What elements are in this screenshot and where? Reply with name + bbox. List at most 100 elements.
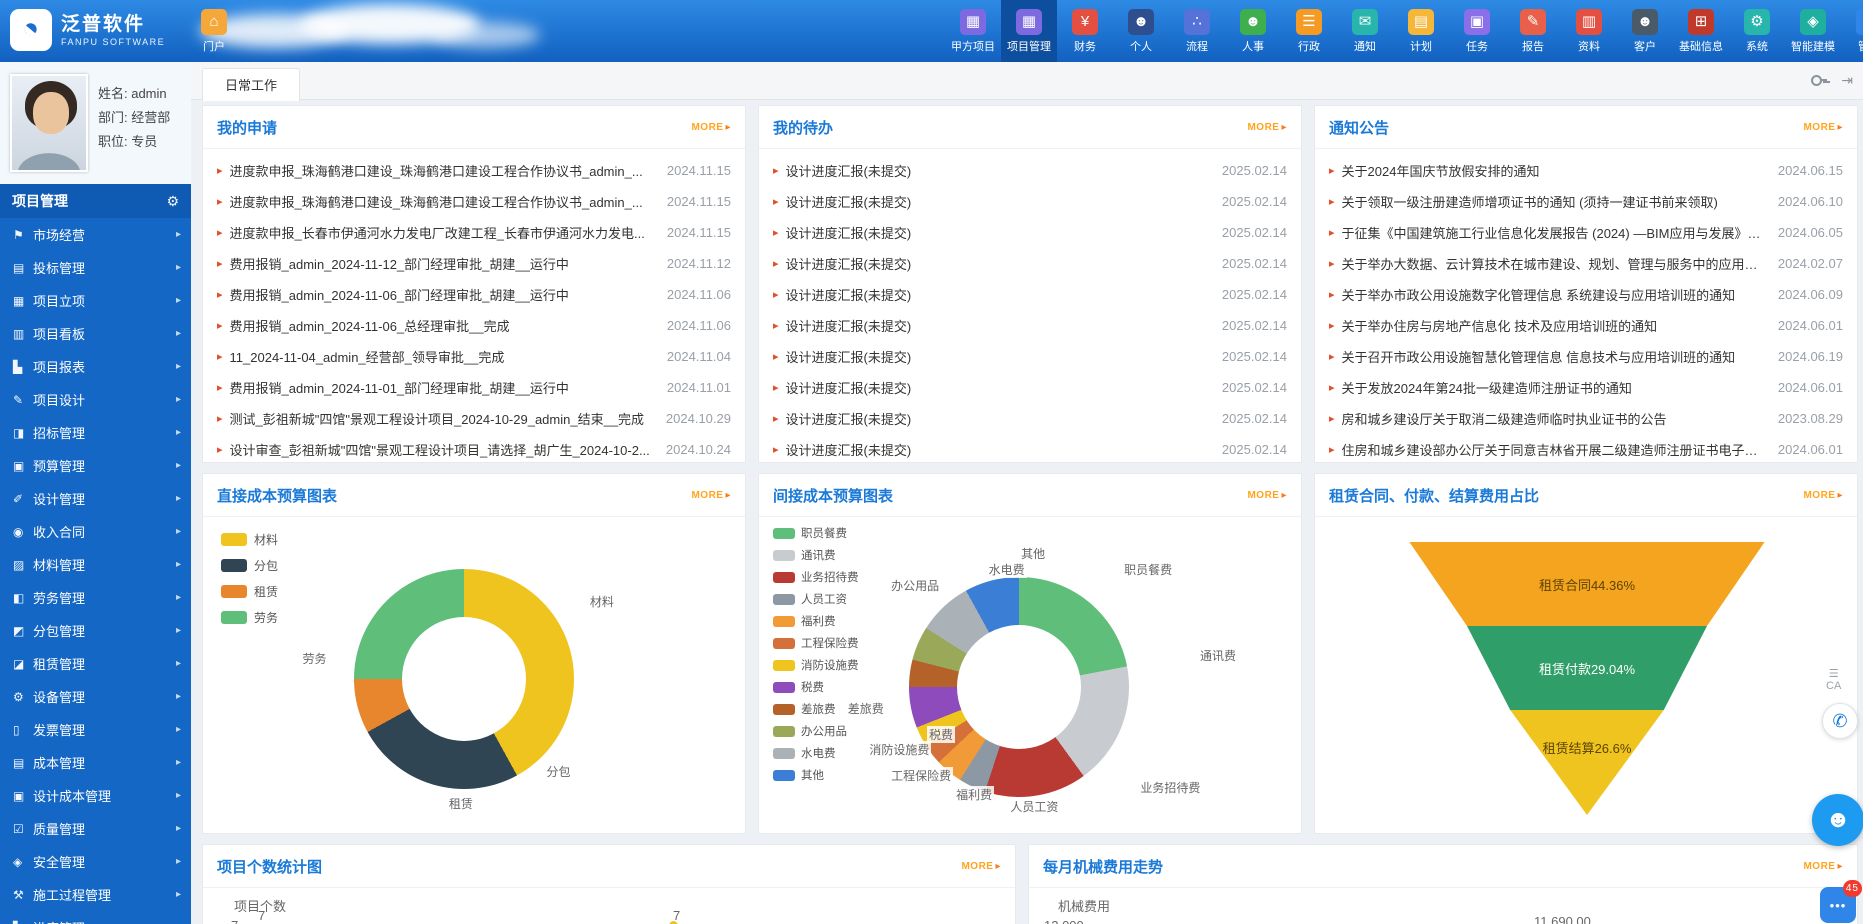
sidebar-menu-item[interactable]: ☑ 质量管理 ▸ — [0, 812, 191, 845]
sidebar-menu-item[interactable]: ◧ 劳务管理 ▸ — [0, 581, 191, 614]
nav-module-item[interactable]: ❖ 管理 — [1841, 0, 1863, 62]
qq-service-button[interactable]: ☻ — [1812, 794, 1863, 846]
sidebar-menu-item[interactable]: ⚙ 设备管理 ▸ — [0, 680, 191, 713]
sidebar-menu-item[interactable]: ▯ 发票管理 ▸ — [0, 713, 191, 746]
nav-module-item[interactable]: ▥ 资料 — [1561, 0, 1617, 62]
nav-module-item[interactable]: ◈ 智能建模 — [1785, 0, 1841, 62]
list-item[interactable]: ▸ 关于召开市政公用设施智慧化管理信息 信息技术与应用培训班的通知 2024.0… — [1315, 341, 1857, 372]
more-link[interactable]: MORE▸ — [1803, 122, 1843, 133]
sidebar-menu-item[interactable]: ◩ 分包管理 ▸ — [0, 614, 191, 647]
phone-support-button[interactable]: ✆ — [1822, 703, 1858, 739]
list-item[interactable]: ▸ 设计进度汇报(未提交) 2025.02.14 — [759, 341, 1301, 372]
nav-module-item[interactable]: ▦ 甲方项目 — [945, 0, 1001, 62]
list-item[interactable]: ▸ 设计进度汇报(未提交) 2025.02.14 — [759, 186, 1301, 217]
legend-item[interactable]: 税费 — [773, 679, 859, 695]
list-item[interactable]: ▸ 费用报销_admin_2024-11-12_部门经理审批_胡建__运行中 2… — [203, 248, 745, 279]
list-item[interactable]: ▸ 关于2024年国庆节放假安排的通知 2024.06.15 — [1315, 155, 1857, 186]
more-link[interactable]: MORE▸ — [691, 122, 731, 133]
list-item[interactable]: ▸ 设计进度汇报(未提交) 2025.02.14 — [759, 310, 1301, 341]
legend-item[interactable]: 职员餐费 — [773, 525, 859, 541]
list-item[interactable]: ▸ 于征集《中国建筑施工行业信息化发展报告 (2024) —BIM应用与发展》材… — [1315, 217, 1857, 248]
nav-module-item[interactable]: ☰ 行政 — [1281, 0, 1337, 62]
legend-item[interactable]: 办公用品 — [773, 723, 859, 739]
legend-item[interactable]: 人员工资 — [773, 591, 859, 607]
nav-module-item[interactable]: ✎ 报告 — [1505, 0, 1561, 62]
list-item[interactable]: ▸ 费用报销_admin_2024-11-06_总经理审批__完成 2024.1… — [203, 310, 745, 341]
sidebar-menu-item[interactable]: ✐ 设计管理 ▸ — [0, 482, 191, 515]
legend-item[interactable]: 其他 — [773, 767, 859, 783]
list-item[interactable]: ▸ 进度款申报_长春市伊通河水力发电厂改建工程_长春市伊通河水力发电... 20… — [203, 217, 745, 248]
nav-module-item[interactable]: ▤ 计划 — [1393, 0, 1449, 62]
legend-item[interactable]: 消防设施费 — [773, 657, 859, 673]
list-item[interactable]: ▸ 11_2024-11-04_admin_经营部_领导审批__完成 2024.… — [203, 341, 745, 372]
list-item[interactable]: ▸ 设计进度汇报(未提交) 2025.02.14 — [759, 217, 1301, 248]
legend-item[interactable]: 工程保险费 — [773, 635, 859, 651]
legend-item[interactable]: 福利费 — [773, 613, 859, 629]
tab-daily-work[interactable]: 日常工作 — [202, 68, 300, 101]
sidebar-menu-item[interactable]: ▣ 设计成本管理 ▸ — [0, 779, 191, 812]
more-link[interactable]: MORE▸ — [691, 490, 731, 501]
list-item[interactable]: ▸ 住房和城乡建设部办公厅关于同意吉林省开展二级建造师注册证书电子化试点... … — [1315, 434, 1857, 463]
legend-item[interactable]: 材料 — [221, 531, 278, 548]
list-item[interactable]: ▸ 设计进度汇报(未提交) 2025.02.14 — [759, 155, 1301, 186]
nav-module-item[interactable]: ✉ 通知 — [1337, 0, 1393, 62]
nav-item-portal[interactable]: ⌂ 门户 — [186, 0, 242, 62]
more-link[interactable]: MORE▸ — [961, 861, 1001, 872]
sidebar-menu-item[interactable]: ⚒ 施工过程管理 ▸ — [0, 878, 191, 911]
sidebar-menu-item[interactable]: ◪ 租赁管理 ▸ — [0, 647, 191, 680]
legend-item[interactable]: 劳务 — [221, 609, 278, 626]
sidebar-menu-item[interactable]: ▥ 项目看板 ▸ — [0, 317, 191, 350]
list-item[interactable]: ▸ 费用报销_admin_2024-11-01_部门经理审批_胡建__运行中 2… — [203, 372, 745, 403]
list-item[interactable]: ▸ 关于举办大数据、云计算技术在城市建设、规划、管理与服务中的应用培训班... … — [1315, 248, 1857, 279]
more-link[interactable]: MORE▸ — [1247, 490, 1287, 501]
more-link[interactable]: MORE▸ — [1803, 490, 1843, 501]
list-item[interactable]: ▸ 设计进度汇报(未提交) 2025.02.14 — [759, 403, 1301, 434]
nav-module-item[interactable]: ▣ 任务 — [1449, 0, 1505, 62]
legend-item[interactable]: 业务招待费 — [773, 569, 859, 585]
list-item[interactable]: ▸ 设计进度汇报(未提交) 2025.02.14 — [759, 248, 1301, 279]
list-item[interactable]: ▸ 设计进度汇报(未提交) 2025.02.14 — [759, 279, 1301, 310]
chat-button[interactable]: ••• 45 — [1820, 887, 1856, 923]
list-item[interactable]: ▸ 测试_彭祖新城"四馆"景观工程设计项目_2024-10-29_admin_结… — [203, 403, 745, 434]
key-icon[interactable] — [1811, 72, 1827, 88]
ca-widget[interactable]: ☰ CA — [1826, 668, 1841, 692]
list-item[interactable]: ▸ 设计进度汇报(未提交) 2025.02.14 — [759, 434, 1301, 463]
sidebar-menu-item[interactable]: ▨ 材料管理 ▸ — [0, 548, 191, 581]
list-item[interactable]: ▸ 关于举办住房与房地产信息化 技术及应用培训班的通知 2024.06.01 — [1315, 310, 1857, 341]
nav-module-item[interactable]: ¥ 财务 — [1057, 0, 1113, 62]
list-item[interactable]: ▸ 关于举办市政公用设施数字化管理信息 系统建设与应用培训班的通知 2024.0… — [1315, 279, 1857, 310]
sidebar-menu-item[interactable]: ▙ 进度管理 ▸ — [0, 911, 191, 924]
list-item[interactable]: ▸ 进度款申报_珠海鹤港口建设_珠海鹤港口建设工程合作协议书_admin_...… — [203, 186, 745, 217]
legend-item[interactable]: 水电费 — [773, 745, 859, 761]
sidebar-menu-item[interactable]: ▤ 成本管理 ▸ — [0, 746, 191, 779]
legend-item[interactable]: 分包 — [221, 557, 278, 574]
collapse-icon[interactable]: ⇥ — [1841, 72, 1853, 88]
list-item[interactable]: ▸ 关于领取一级注册建造师增项证书的通知 (须持一建证书前来领取) 2024.0… — [1315, 186, 1857, 217]
settings-gear-icon[interactable]: ⚙ — [166, 193, 179, 210]
legend-item[interactable]: 通讯费 — [773, 547, 859, 563]
list-item[interactable]: ▸ 设计审查_彭祖新城"四馆"景观工程设计项目_请选择_胡广生_2024-10-… — [203, 434, 745, 463]
sidebar-menu-item[interactable]: ◈ 安全管理 ▸ — [0, 845, 191, 878]
nav-module-item[interactable]: ∴ 流程 — [1169, 0, 1225, 62]
sidebar-menu-item[interactable]: ▦ 项目立项 ▸ — [0, 284, 191, 317]
sidebar-menu-item[interactable]: ✎ 项目设计 ▸ — [0, 383, 191, 416]
legend-item[interactable]: 租赁 — [221, 583, 278, 600]
list-item[interactable]: ▸ 费用报销_admin_2024-11-06_部门经理审批_胡建__运行中 2… — [203, 279, 745, 310]
nav-module-item[interactable]: ▦ 项目管理 — [1001, 0, 1057, 62]
sidebar-menu-item[interactable]: ◨ 招标管理 ▸ — [0, 416, 191, 449]
list-item[interactable]: ▸ 房和城乡建设厅关于取消二级建造师临时执业证书的公告 2023.08.29 — [1315, 403, 1857, 434]
sidebar-menu-item[interactable]: ▙ 项目报表 ▸ — [0, 350, 191, 383]
list-item[interactable]: ▸ 设计进度汇报(未提交) 2025.02.14 — [759, 372, 1301, 403]
nav-module-item[interactable]: ☻ 客户 — [1617, 0, 1673, 62]
nav-module-item[interactable]: ☻ 人事 — [1225, 0, 1281, 62]
sidebar-menu-item[interactable]: ▤ 投标管理 ▸ — [0, 251, 191, 284]
list-item[interactable]: ▸ 进度款申报_珠海鹤港口建设_珠海鹤港口建设工程合作协议书_admin_...… — [203, 155, 745, 186]
more-link[interactable]: MORE▸ — [1803, 861, 1843, 872]
nav-module-item[interactable]: ⊞ 基础信息 — [1673, 0, 1729, 62]
sidebar-menu-item[interactable]: ◉ 收入合同 ▸ — [0, 515, 191, 548]
sidebar-menu-item[interactable]: ⚑ 市场经营 ▸ — [0, 218, 191, 251]
sidebar-menu-item[interactable]: ▣ 预算管理 ▸ — [0, 449, 191, 482]
more-link[interactable]: MORE▸ — [1247, 122, 1287, 133]
nav-module-item[interactable]: ☻ 个人 — [1113, 0, 1169, 62]
list-item[interactable]: ▸ 关于发放2024年第24批一级建造师注册证书的通知 2024.06.01 — [1315, 372, 1857, 403]
